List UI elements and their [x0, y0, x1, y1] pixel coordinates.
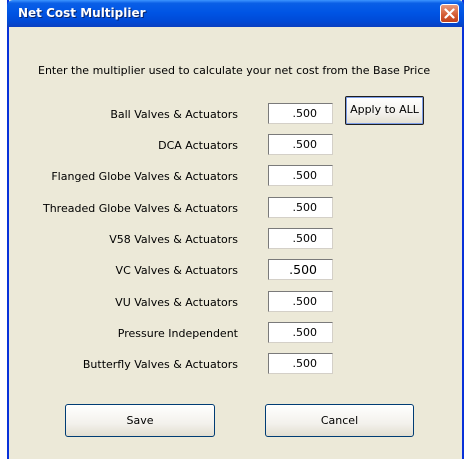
- instruction-text: Enter the multiplier used to calculate y…: [38, 64, 431, 77]
- label-vc-valves: VC Valves & Actuators: [115, 264, 238, 277]
- net-cost-dialog: Net Cost Multiplier Enter the multiplier…: [7, 0, 464, 459]
- label-vu-valves: VU Valves & Actuators: [115, 296, 238, 309]
- multiplier-input-threaded-globe[interactable]: .500: [268, 197, 333, 218]
- apply-to-all-button[interactable]: Apply to ALL: [345, 96, 424, 125]
- label-v58-valves: V58 Valves & Actuators: [109, 233, 238, 246]
- label-flanged-globe: Flanged Globe Valves & Actuators: [51, 170, 238, 183]
- multiplier-input-v58-valves[interactable]: .500: [268, 228, 333, 249]
- label-pressure-independent: Pressure Independent: [117, 327, 238, 340]
- window-title: Net Cost Multiplier: [18, 6, 146, 20]
- multiplier-input-vc-valves[interactable]: .500: [268, 259, 333, 280]
- save-button[interactable]: Save: [65, 404, 215, 437]
- label-butterfly-valves: Butterfly Valves & Actuators: [82, 358, 238, 371]
- close-button[interactable]: [440, 4, 459, 23]
- close-icon: [444, 8, 455, 19]
- title-bar[interactable]: Net Cost Multiplier: [7, 0, 464, 27]
- multiplier-input-ball-valves[interactable]: .500: [268, 103, 333, 124]
- label-dca-actuators: DCA Actuators: [158, 139, 238, 152]
- cancel-button[interactable]: Cancel: [265, 404, 414, 437]
- multiplier-input-flanged-globe[interactable]: .500: [268, 165, 333, 186]
- multiplier-input-pressure-independent[interactable]: .500: [268, 322, 333, 343]
- label-ball-valves: Ball Valves & Actuators: [110, 108, 238, 121]
- multiplier-input-butterfly-valves[interactable]: .500: [268, 353, 333, 374]
- multiplier-input-vu-valves[interactable]: .500: [268, 291, 333, 312]
- multiplier-input-dca-actuators[interactable]: .500: [268, 134, 333, 155]
- label-threaded-globe: Threaded Globe Valves & Actuators: [42, 202, 238, 215]
